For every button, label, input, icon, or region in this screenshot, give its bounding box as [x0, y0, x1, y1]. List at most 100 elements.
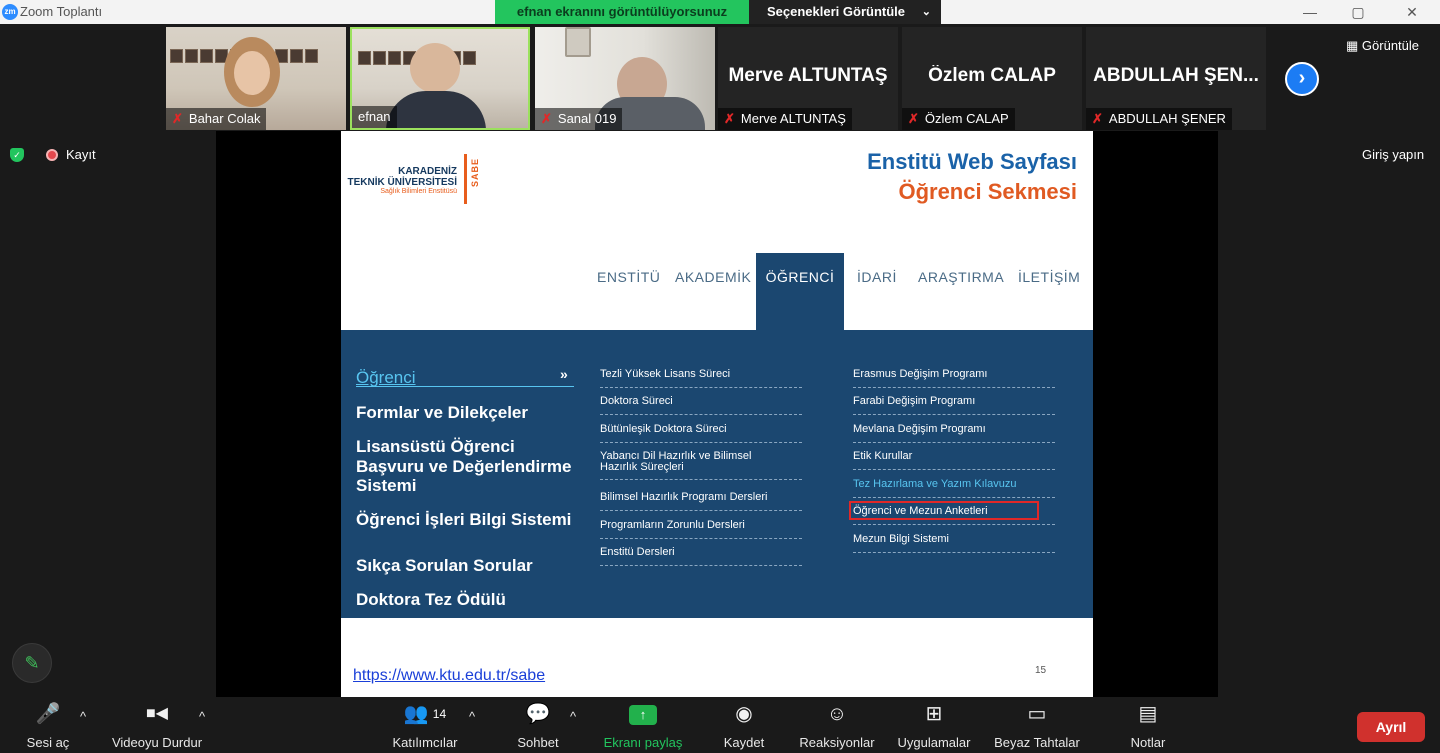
video-camera-icon: ■◀ — [146, 705, 168, 722]
view-options-button[interactable]: Seçenekleri Görüntüle ⌄ — [749, 0, 941, 24]
participant-tile-efnan[interactable]: efnan — [350, 27, 530, 130]
nav-arastirma: ARAŞTIRMA — [918, 269, 1005, 285]
menu-link-sss: Sıkça Sorulan Sorular — [356, 556, 533, 575]
audio-options-caret[interactable]: ^ — [80, 709, 86, 724]
video-options-caret[interactable]: ^ — [199, 709, 205, 724]
participant-display-name: Merve ALTUNTAŞ — [728, 65, 888, 86]
divider-line — [356, 386, 574, 387]
menu-item: Tezli Yüksek Lisans Süreci — [600, 368, 731, 380]
menu-item: Enstitü Dersleri — [600, 546, 675, 558]
chat-button[interactable]: 💬 Sohbet — [508, 697, 568, 750]
signin-button[interactable]: Giriş yapın — [1362, 147, 1424, 162]
participants-button[interactable]: 👥 14 Katılımcılar — [372, 697, 478, 750]
participant-tile-ozlem[interactable]: Özlem CALAP ✗ Özlem CALAP — [902, 27, 1082, 130]
view-button[interactable]: ▦ Görüntüle — [1346, 38, 1419, 54]
ktu-logo: KARADENİZ TEKNİK ÜNİVERSİTESİ Sağlık Bil… — [345, 154, 495, 204]
dotted-divider — [600, 442, 802, 443]
menu-link-ogrenci-isleri: Öğrenci İşleri Bilgi Sistemi — [356, 510, 572, 529]
dotted-divider — [853, 552, 1055, 553]
slide-url-link[interactable]: https://www.ktu.edu.tr/sabe — [353, 667, 545, 685]
menu-item: Erasmus Değişim Programı — [853, 368, 988, 380]
dotted-divider — [600, 538, 802, 539]
apps-icon: ⊞ — [925, 703, 943, 725]
participant-count: 14 — [432, 707, 447, 721]
gallery-next-button[interactable]: › — [1285, 62, 1319, 96]
share-screen-icon: ↑ — [629, 705, 657, 725]
menu-item: Mevlana Değişim Programı — [853, 423, 986, 435]
participant-name: Merve ALTUNTAŞ — [740, 111, 846, 126]
close-window-button[interactable]: ✕ — [1392, 2, 1432, 22]
menu-item: Programların Zorunlu Dersleri — [600, 519, 745, 531]
participant-name-bar: ✗ ABDULLAH ŞENER — [1086, 108, 1232, 130]
reactions-button[interactable]: ☺ Reaksiyonlar — [794, 697, 880, 750]
participant-tile-sanal[interactable]: ✗ Sanal 019 — [535, 27, 715, 130]
screen-share-banner: efnan ekranını görüntülüyorsunuz Seçenek… — [495, 0, 941, 24]
annotate-button[interactable]: ✎ — [12, 643, 52, 683]
dotted-divider — [600, 414, 802, 415]
participant-tile-bahar[interactable]: ✗ Bahar Colak — [166, 27, 346, 130]
participant-tile-abdullah[interactable]: ABDULLAH ŞEN... ✗ ABDULLAH ŞENER — [1086, 27, 1266, 130]
participant-name: Bahar Colak — [188, 111, 261, 126]
muted-mic-icon: ✗ — [172, 111, 183, 126]
menu-item: Hazırlık Süreçleri — [600, 461, 684, 473]
menu-item-highlighted: Tez Hazırlama ve Yazım Kılavuzu — [853, 478, 1017, 490]
nav-idari: İDARİ — [857, 269, 897, 285]
participant-name: Sanal 019 — [557, 111, 617, 126]
window-title: Zoom Toplantı — [20, 4, 103, 19]
muted-mic-icon: ✗ — [541, 111, 552, 126]
unmute-button[interactable]: 🎤 Sesi aç — [20, 697, 76, 750]
minimize-button[interactable]: — — [1290, 2, 1330, 22]
participant-name-bar: ✗ Özlem CALAP — [902, 108, 1015, 130]
view-options-label: Seçenekleri Görüntüle — [767, 4, 905, 19]
chevron-down-icon: ⌄ — [921, 6, 931, 18]
chevron-right-icon: › — [1298, 67, 1306, 89]
double-chevron-icon: » — [560, 366, 568, 382]
dotted-divider — [853, 442, 1055, 443]
participant-display-name: ABDULLAH ŞEN... — [1093, 65, 1259, 86]
leave-button[interactable]: Ayrıl — [1357, 712, 1425, 742]
apps-button[interactable]: ⊞ Uygulamalar — [890, 697, 978, 750]
dotted-divider — [853, 469, 1055, 470]
logo-line2: TEKNİK ÜNİVERSİTESİ — [347, 177, 457, 188]
participant-name-bar: ✗ Sanal 019 — [535, 108, 623, 130]
nav-akademik: AKADEMİK — [675, 269, 752, 285]
chat-options-caret[interactable]: ^ — [570, 709, 576, 724]
participant-tile-merve[interactable]: Merve ALTUNTAŞ ✗ Merve ALTUNTAŞ — [718, 27, 898, 130]
participant-name: ABDULLAH ŞENER — [1108, 111, 1226, 126]
zoom-logo-icon: zm — [2, 4, 18, 20]
nav-iletisim: İLETİŞİM — [1018, 269, 1081, 285]
whiteboard-button[interactable]: ▭ Beyaz Tahtalar — [988, 697, 1086, 750]
record-dot-icon — [46, 148, 58, 161]
slide-subtitle: Öğrenci Sekmesi — [898, 179, 1077, 204]
record-label: Kaydet — [723, 735, 765, 750]
share-screen-label: Ekranı paylaş — [603, 735, 683, 750]
shared-slide: KARADENİZ TEKNİK ÜNİVERSİTESİ Sağlık Bil… — [341, 131, 1093, 697]
participant-name: Özlem CALAP — [924, 111, 1009, 126]
stop-video-button[interactable]: ■◀ Videoyu Durdur — [100, 697, 214, 750]
maximize-button[interactable]: ▢ — [1338, 2, 1378, 22]
notes-button[interactable]: ▤ Notlar — [1118, 697, 1178, 750]
menu-link-lisansustu-2: Başvuru ve Değerlendirme — [356, 457, 572, 476]
unmute-label: Sesi aç — [26, 735, 70, 750]
grid-icon: ▦ — [1346, 38, 1359, 53]
participant-display-name: Özlem CALAP — [928, 65, 1056, 86]
pencil-icon: ✎ — [24, 653, 40, 673]
participants-options-caret[interactable]: ^ — [469, 709, 475, 724]
participants-label: Katılımcılar — [392, 735, 458, 750]
menu-link-ogrenci: Öğrenci — [356, 368, 416, 387]
participants-icon: 👥 — [403, 703, 429, 725]
chat-bubble-icon: 💬 — [525, 703, 551, 725]
slide-title: Enstitü Web Sayfası — [867, 149, 1077, 174]
share-screen-button[interactable]: ↑ Ekranı paylaş — [598, 697, 688, 750]
stop-video-label: Videoyu Durdur — [111, 735, 203, 750]
dotted-divider — [600, 387, 802, 388]
menu-item: Bilimsel Hazırlık Programı Dersleri — [600, 491, 768, 503]
record-button[interactable]: ◉ Kaydet — [714, 697, 774, 750]
menu-item: Bütünleşik Doktora Süreci — [600, 423, 727, 435]
muted-mic-icon: 🎤 — [35, 703, 61, 725]
dotted-divider — [853, 414, 1055, 415]
slide-page-number: 15 — [1035, 665, 1047, 676]
mega-menu-panel: Öğrenci » Formlar ve Dilekçeler Lisansüs… — [341, 330, 1093, 618]
reactions-label: Reaksiyonlar — [799, 735, 875, 750]
menu-item: Mezun Bilgi Sistemi — [853, 533, 949, 545]
